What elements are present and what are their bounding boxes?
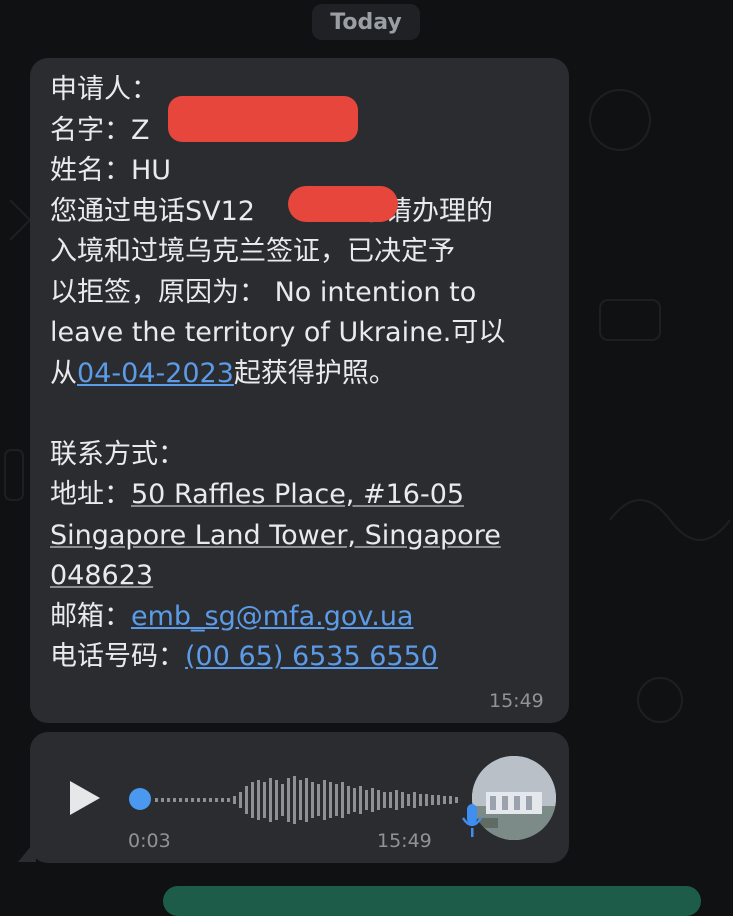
message-text: 申请人： 名字：Z 姓名：HU 您通过电话SV12 申请办理的 入境和过境乌克兰…: [50, 70, 560, 678]
message-timestamp: 15:49: [489, 690, 544, 712]
text-line-8a: 从: [50, 357, 77, 389]
date-link[interactable]: 04-04-2023: [77, 358, 234, 389]
bubble-tail: [18, 840, 36, 862]
date-separator-label: Today: [330, 9, 402, 35]
voice-duration: 0:03: [128, 830, 171, 852]
text-line-5: 入境和过境乌克兰签证，已决定予: [50, 236, 455, 267]
playback-scrubber-handle[interactable]: [129, 788, 151, 810]
play-icon[interactable]: [70, 781, 100, 815]
address-link-line-1[interactable]: 50 Raffles Place, #16-05: [131, 479, 464, 510]
text-line-4a: 您通过电话: [50, 195, 185, 227]
redaction-mark: [168, 96, 358, 142]
application-number: SV12: [185, 195, 255, 227]
given-name-value: Z: [131, 114, 150, 146]
message-bubble[interactable]: 申请人： 名字：Z 姓名：HU 您通过电话SV12 申请办理的 入境和过境乌克兰…: [30, 58, 569, 723]
applicant-heading: 申请人：: [50, 74, 158, 105]
surname-value: HU: [131, 155, 172, 186]
given-name-label: 名字：: [50, 114, 131, 146]
microphone-icon: [461, 804, 483, 837]
redaction-mark: [288, 186, 398, 222]
email-label: 邮箱：: [50, 600, 131, 632]
phone-label: 电话号码：: [50, 641, 185, 672]
text-line-8b: 起获得护照。: [233, 357, 396, 389]
address-link-line-3[interactable]: 048623: [50, 560, 153, 591]
outgoing-message-bubble-edge: [163, 886, 701, 916]
email-link[interactable]: emb_sg@mfa.gov.ua: [131, 601, 413, 632]
avatar-photo: [472, 756, 556, 840]
voice-timestamp: 15:49: [377, 830, 432, 852]
contact-heading: 联系方式：: [50, 438, 185, 470]
sender-avatar[interactable]: [472, 756, 556, 840]
waveform[interactable]: [155, 772, 465, 828]
text-line-6: 以拒签，原因为： No intention to: [50, 276, 477, 308]
phone-link[interactable]: (00 65) 6535 6550: [185, 641, 438, 672]
text-line-7: leave the territory of Ukraine.可以: [50, 317, 506, 348]
date-separator: Today: [312, 4, 420, 40]
address-label: 地址：: [50, 479, 131, 510]
address-link-line-2[interactable]: Singapore Land Tower, Singapore: [50, 520, 501, 551]
surname-label: 姓名：: [50, 155, 131, 186]
voice-message-bubble[interactable]: 0:03 15:49: [30, 732, 569, 863]
